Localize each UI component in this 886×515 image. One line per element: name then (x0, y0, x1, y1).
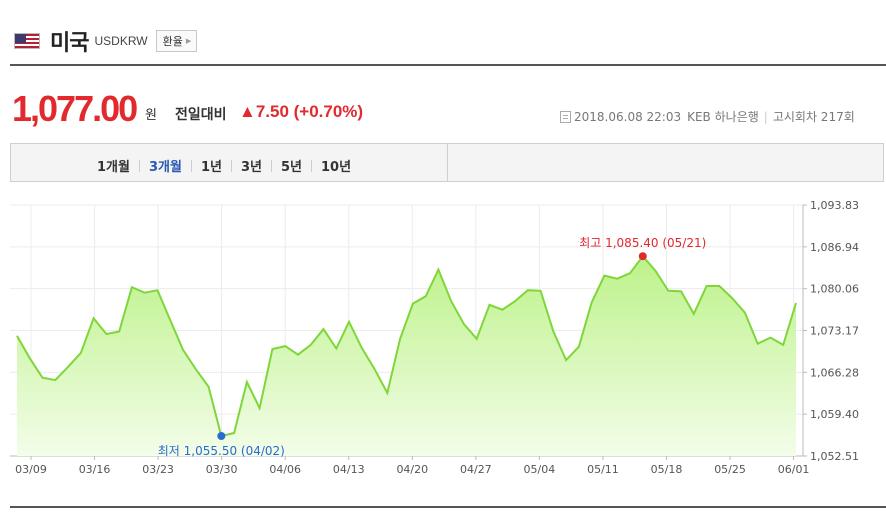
high-label: 최고 1,085.40 (05/21) (579, 236, 706, 250)
period-tabbar: 1개월 3개월 1년 3년 5년 10년 (10, 143, 884, 182)
price-unit: 원 (145, 108, 157, 123)
tab-separator (138, 159, 140, 172)
document-icon (560, 110, 571, 123)
quote-meta: 2018.06.08 22:03 KEB 하나은행 | 고시회차 217회 (560, 108, 855, 125)
country-name: 미국 (50, 31, 89, 56)
tab-3years[interactable]: 3년 (241, 156, 262, 175)
current-price: 1,077.00 (12, 88, 138, 129)
x-tick-label: 03/30 (206, 463, 238, 476)
low-label: 최저 1,055.50 (04/02) (158, 444, 285, 458)
tab-5years[interactable]: 5년 (281, 156, 302, 175)
change-value: ▲7.50 (+0.70%) (239, 102, 364, 121)
x-tick-label: 03/16 (79, 463, 111, 476)
exchange-rate-chart: 1,093.83 1,086.94 1,080.06 1,073.17 1,066.28… (10, 199, 859, 476)
low-marker (217, 432, 226, 441)
x-tick-label: 06/01 (778, 463, 810, 476)
x-tick-label: 05/18 (651, 463, 683, 476)
exchange-rate-button[interactable]: 환율 ▶ (155, 30, 198, 52)
x-tick-label: 05/04 (524, 463, 556, 476)
us-flag-icon (14, 33, 40, 49)
tab-10years[interactable]: 10년 (321, 156, 351, 175)
x-tick-label: 05/11 (587, 463, 619, 476)
exchange-rate-button-label: 환율 (162, 35, 183, 48)
x-tick-label: 03/09 (15, 463, 47, 476)
y-tick-label: 1,066.28 (810, 366, 859, 379)
y-tick-label: 1,080.06 (810, 283, 859, 296)
series-area (17, 256, 796, 456)
y-tick-label: 1,093.83 (810, 199, 859, 212)
currency-code: USDKRW (94, 34, 148, 48)
footer-divider (10, 506, 886, 508)
x-tick-label: 04/13 (333, 463, 365, 476)
quote-bank: KEB 하나은행 (687, 110, 759, 124)
x-tick-label: 04/20 (396, 463, 428, 476)
chevron-right-icon: ▶ (185, 37, 192, 45)
tab-1month[interactable]: 1개월 (97, 156, 130, 175)
tab-separator (310, 159, 312, 172)
period-tabs: 1개월 3개월 1년 3년 5년 10년 (97, 156, 351, 175)
tab-separator (230, 159, 232, 172)
tabbar-divider (447, 144, 448, 181)
x-tick-label: 04/27 (460, 463, 492, 476)
y-tick-label: 1,059.40 (810, 408, 859, 421)
price-summary: 1,077.00 원 전일대비 ▲7.50 (+0.70%) 2018.06.0… (12, 88, 886, 129)
y-tick-label: 1,073.17 (810, 325, 859, 338)
x-tick-label: 03/23 (142, 463, 174, 476)
tab-1year[interactable]: 1년 (201, 156, 222, 175)
header-divider (10, 64, 886, 66)
tab-3months[interactable]: 3개월 (149, 156, 182, 175)
y-tick-label: 1,052.51 (810, 450, 859, 463)
quote-datetime: 2018.06.08 22:03 (574, 109, 682, 124)
header: 미국 USDKRW 환율 ▶ (14, 26, 198, 56)
tab-separator (190, 159, 192, 172)
x-tick-label: 04/06 (269, 463, 301, 476)
x-tick-label: 05/25 (714, 463, 746, 476)
quote-notice: 고시회차 217회 (772, 110, 855, 124)
y-tick-label: 1,086.94 (810, 241, 859, 254)
high-marker (638, 252, 647, 261)
meta-separator: | (763, 109, 768, 124)
tab-separator (270, 159, 272, 172)
change-label: 전일대비 (175, 107, 227, 123)
